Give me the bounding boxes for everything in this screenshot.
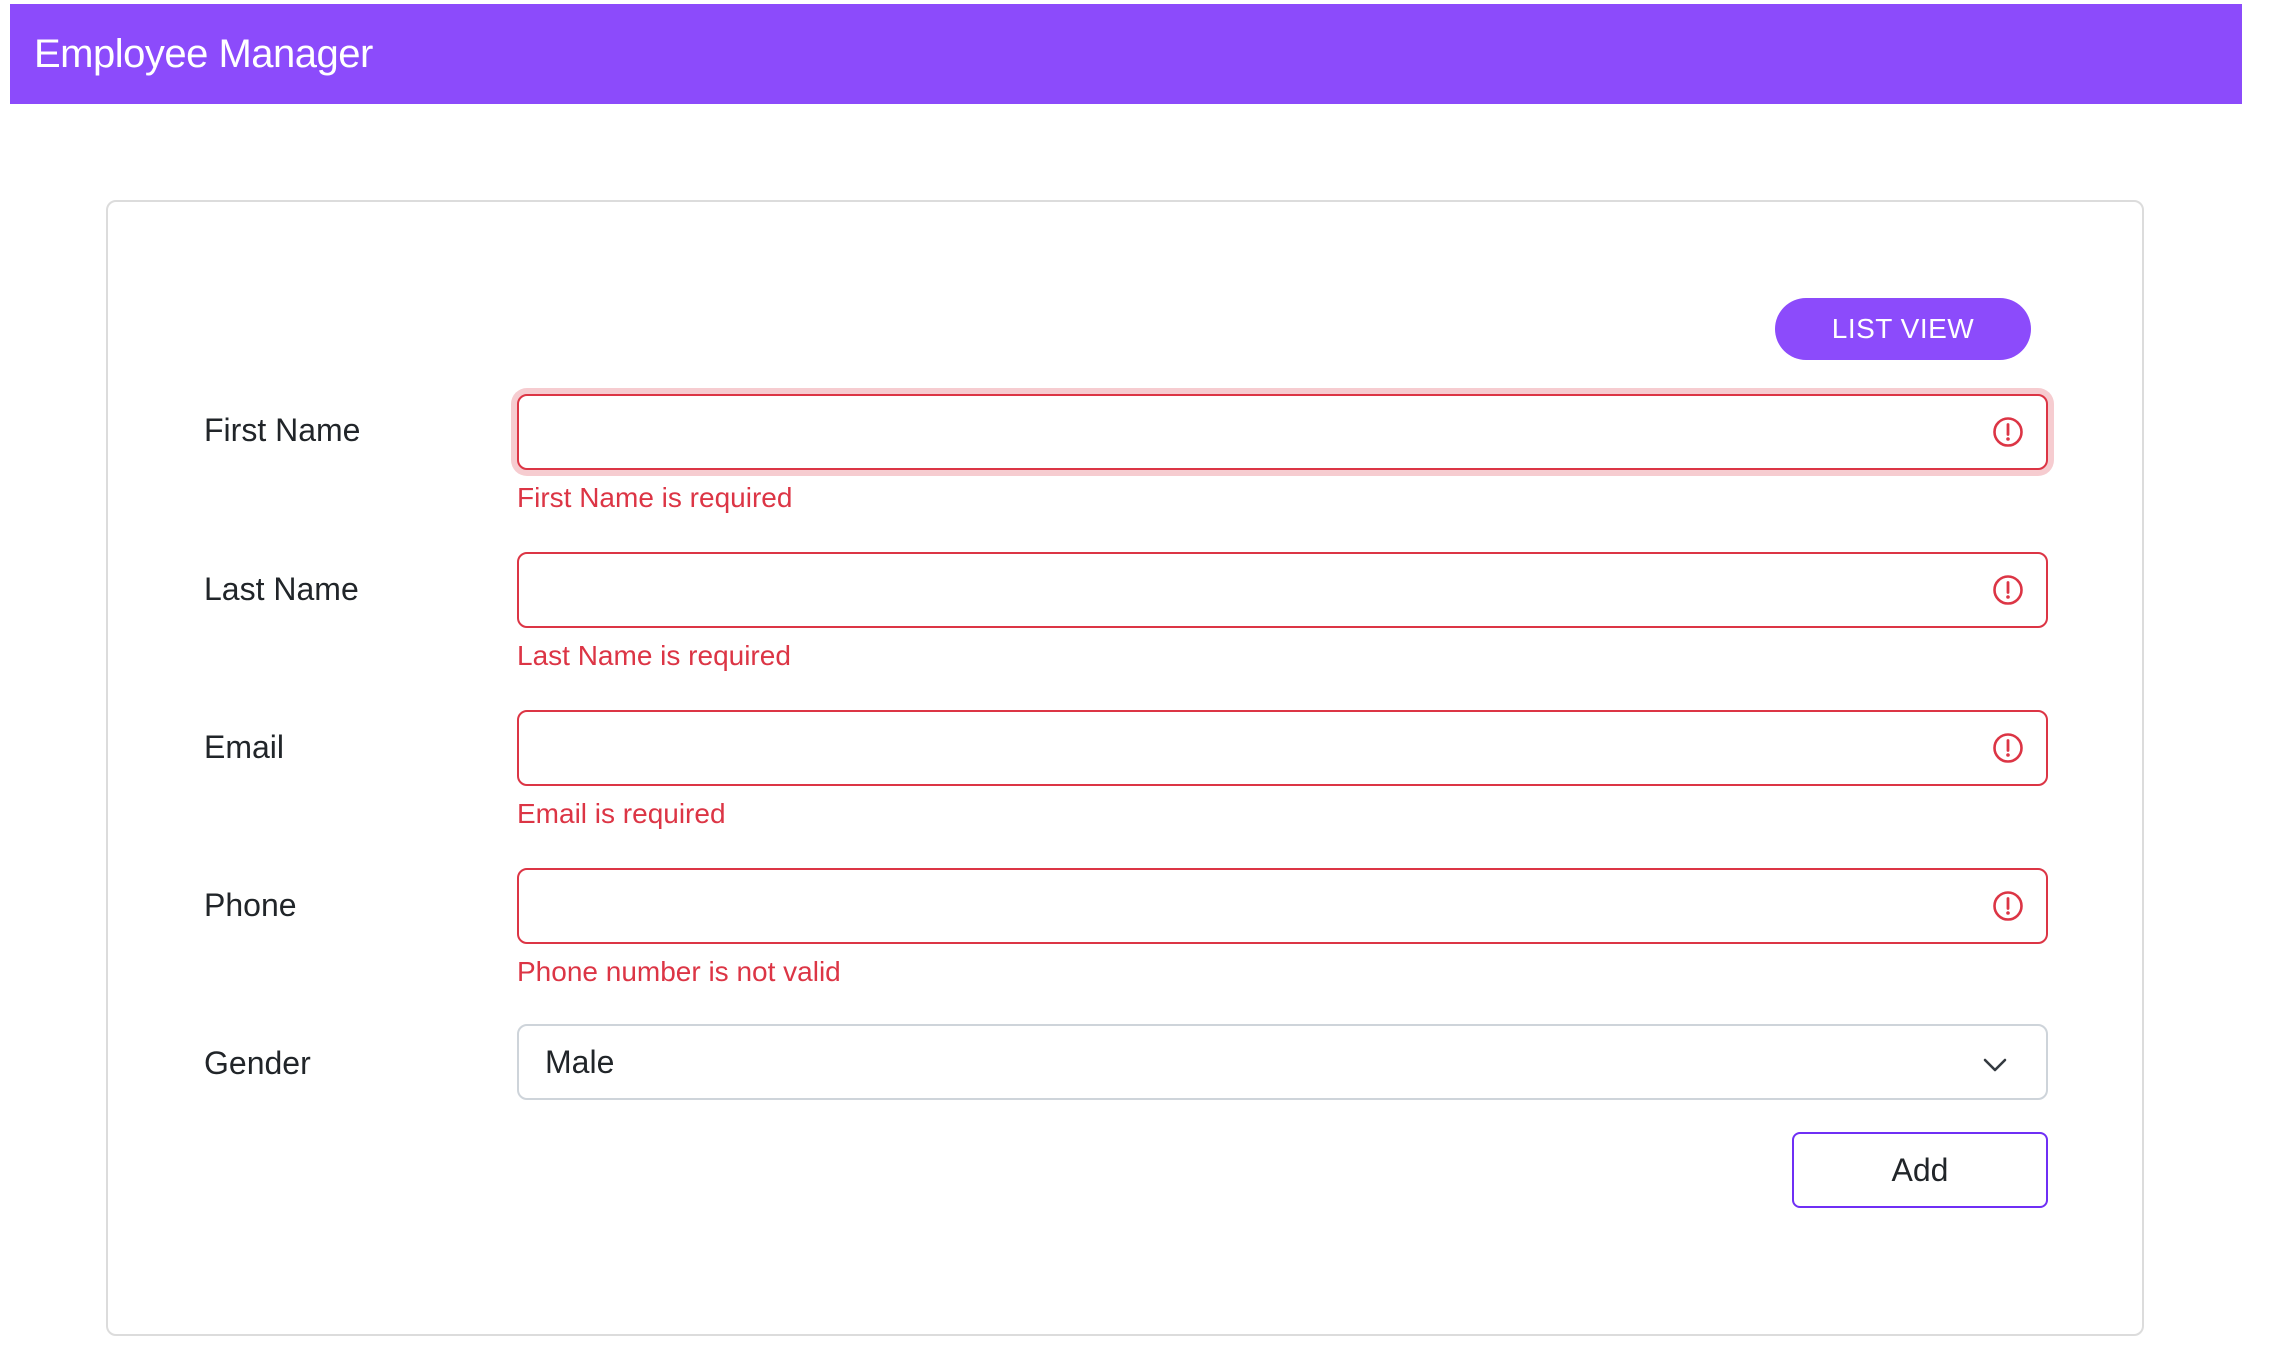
- exclamation-circle-icon: [1993, 733, 2023, 763]
- chevron-down-icon: [1983, 1058, 2007, 1072]
- first-name-input[interactable]: [519, 396, 2046, 468]
- email-error: Email is required: [517, 798, 726, 829]
- phone-error: Phone number is not valid: [517, 956, 841, 987]
- gender-select[interactable]: Male: [517, 1024, 2048, 1100]
- last-name-label: Last Name: [204, 571, 359, 607]
- last-name-input[interactable]: [519, 554, 2046, 626]
- first-name-label: First Name: [204, 412, 361, 448]
- exclamation-circle-icon: [1993, 891, 2023, 921]
- email-input[interactable]: [519, 712, 2046, 784]
- email-field[interactable]: [517, 710, 2048, 786]
- phone-field[interactable]: [517, 868, 2048, 944]
- last-name-field[interactable]: [517, 552, 2048, 628]
- first-name-field[interactable]: [517, 394, 2048, 470]
- navbar: Employee Manager: [10, 4, 2242, 104]
- gender-selected-value: Male: [545, 1043, 615, 1080]
- last-name-error: Last Name is required: [517, 640, 791, 671]
- exclamation-circle-icon: [1993, 417, 2023, 447]
- gender-label: Gender: [204, 1045, 311, 1081]
- list-view-button[interactable]: LIST VIEW: [1775, 298, 2031, 360]
- phone-input[interactable]: [519, 870, 2046, 942]
- add-button[interactable]: Add: [1792, 1132, 2048, 1208]
- app-title[interactable]: Employee Manager: [34, 32, 373, 77]
- email-label: Email: [204, 729, 285, 765]
- first-name-error: First Name is required: [517, 482, 793, 513]
- phone-label: Phone: [204, 887, 297, 923]
- exclamation-circle-icon: [1993, 575, 2023, 605]
